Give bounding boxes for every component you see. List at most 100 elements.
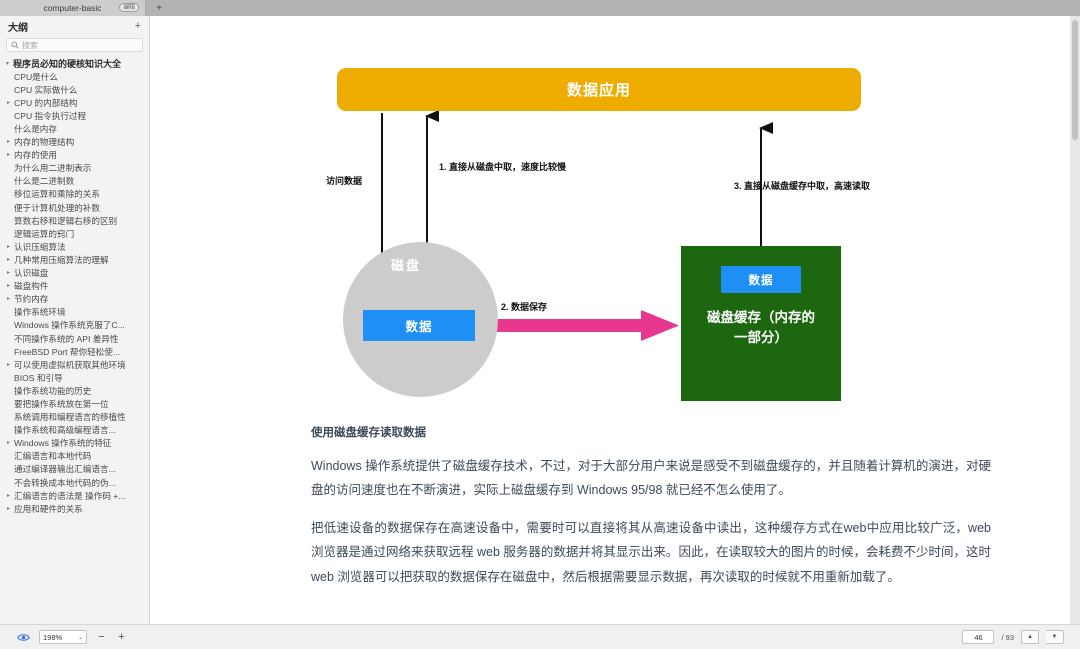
twisty-collapsed-icon[interactable]: ▸ <box>3 257 14 263</box>
outline-item-label: 什么是内存 <box>14 124 57 135</box>
total-pages-label: / 93 <box>1001 632 1014 642</box>
outline-item-label: 不同操作系统的 API 差异性 <box>14 333 119 344</box>
outline-item[interactable]: ▸ 节约内存 <box>0 293 149 306</box>
search-input[interactable] <box>22 40 138 50</box>
document-page: 数据应用 磁盘 数据 数据 磁盘缓存（内存的 一部分） 访问数据 1. 直接从磁… <box>151 16 1056 624</box>
outline-item[interactable]: ▾ 程序员必知的硬核知识大全 <box>0 57 149 70</box>
outline-item[interactable]: ▸ 几种常用压缩算法的理解 <box>0 253 149 266</box>
disk-cache-label-line2: 一部分） <box>734 329 788 345</box>
twisty-collapsed-icon[interactable]: ▸ <box>3 152 14 158</box>
outline-item[interactable]: FreeBSD Port 帮你轻松使... <box>0 345 149 358</box>
outline-item-label: 要把操作系统放在第一位 <box>14 398 109 409</box>
outline-item[interactable]: ▸ Windows 操作系统的特征 <box>0 437 149 450</box>
outline-item[interactable]: 便于计算机处理的补数 <box>0 201 149 214</box>
outline-item-label: 什么是二进制数 <box>14 176 75 187</box>
twisty-collapsed-icon[interactable]: ▸ <box>3 100 14 106</box>
outline-item-label: 通过编译器输出汇编语言... <box>14 464 116 475</box>
outline-item-label: 应用和硬件的关系 <box>14 503 83 514</box>
outline-item[interactable]: ▸ CPU 的内部结构 <box>0 96 149 109</box>
outline-item-label: FreeBSD Port 帮你轻松使... <box>14 346 121 357</box>
step2-label: 2. 数据保存 <box>501 302 548 312</box>
outline-item[interactable]: 算数右移和逻辑右移的区别 <box>0 214 149 227</box>
paragraph-2: 把低速设备的数据保存在高速设备中，需要时可以直接将其从高速设备中读出，这种缓存方… <box>311 520 991 584</box>
outline-item-label: 为什么用二进制表示 <box>14 163 92 174</box>
outline-item-label: 算数右移和逻辑右移的区别 <box>14 215 118 226</box>
outline-item[interactable]: 要把操作系统放在第一位 <box>0 397 149 410</box>
twisty-collapsed-icon[interactable]: ▸ <box>3 506 14 512</box>
step3-label: 3. 直接从磁盘缓存中取，高速读取 <box>734 181 871 191</box>
outline-item[interactable]: 不会转换成本地代码的伪... <box>0 476 149 489</box>
content-scrollbar-thumb[interactable] <box>1072 20 1078 140</box>
title-bar-empty-area <box>172 0 1080 16</box>
outline-item[interactable]: 系统调用和编程语言的移植性 <box>0 411 149 424</box>
outline-item[interactable]: ▸ 认识磁盘 <box>0 267 149 280</box>
outline-item[interactable]: ▸ 内存的物理结构 <box>0 136 149 149</box>
outline-item[interactable]: CPU 实际做什么 <box>0 83 149 96</box>
disk-cache-label: 磁盘缓存（内存的 一部分） <box>681 308 841 347</box>
outline-item[interactable]: 什么是二进制数 <box>0 175 149 188</box>
outline-item[interactable]: 汇编语言和本地代码 <box>0 450 149 463</box>
previous-page-button[interactable]: ▲ <box>1021 630 1039 644</box>
outline-item-label: 逻辑运算的窍门 <box>14 228 75 239</box>
disk-data-box: 数据 <box>363 310 475 341</box>
status-bar-left: 198% ⌄ − + <box>0 630 127 644</box>
outline-item-label: 便于计算机处理的补数 <box>14 202 100 213</box>
outline-item[interactable]: ▸ 磁盘构件 <box>0 280 149 293</box>
zoom-out-button[interactable]: − <box>96 631 107 643</box>
outline-item-label: 几种常用压缩算法的理解 <box>14 254 109 265</box>
outline-search-container <box>0 37 149 55</box>
next-page-button[interactable]: ▼ <box>1046 630 1064 644</box>
outline-item-label: 系统调用和编程语言的移植性 <box>14 412 126 423</box>
search-icon <box>11 36 19 54</box>
document-content: 数据应用 磁盘 数据 数据 磁盘缓存（内存的 一部分） 访问数据 1. 直接从磁… <box>151 16 1070 624</box>
twisty-collapsed-icon[interactable]: ▸ <box>3 362 14 368</box>
twisty-collapsed-icon[interactable]: ▸ <box>3 244 14 250</box>
twisty-expanded-icon[interactable]: ▾ <box>2 61 13 67</box>
twisty-collapsed-icon[interactable]: ▸ <box>3 493 14 499</box>
twisty-collapsed-icon[interactable]: ▸ <box>3 283 14 289</box>
outline-item[interactable]: BIOS 和引导 <box>0 371 149 384</box>
outline-item-label: 操作系统环境 <box>14 307 66 318</box>
outline-item-label: 认识磁盘 <box>14 268 49 279</box>
outline-item[interactable]: CPU是什么 <box>0 70 149 83</box>
outline-item[interactable]: 什么是内存 <box>0 122 149 135</box>
outline-item[interactable]: 逻辑运算的窍门 <box>0 227 149 240</box>
cache-data-box: 数据 <box>721 266 801 293</box>
outline-item[interactable]: ▸ 可以使用虚拟机获取其他环境 <box>0 358 149 371</box>
outline-item[interactable]: 不同操作系统的 API 差异性 <box>0 332 149 345</box>
document-tab[interactable]: computer-basic 编辑 <box>0 0 146 16</box>
outline-item[interactable]: 操作系统环境 <box>0 306 149 319</box>
outline-title: 大纲 <box>8 23 28 34</box>
content-scrollbar[interactable] <box>1070 16 1080 624</box>
outline-item[interactable]: ▸ 应用和硬件的关系 <box>0 502 149 515</box>
twisty-collapsed-icon[interactable]: ▸ <box>3 139 14 145</box>
outline-item-label: 节约内存 <box>14 294 49 305</box>
outline-item[interactable]: Windows 操作系统克服了C... <box>0 319 149 332</box>
twisty-collapsed-icon[interactable]: ▸ <box>3 440 14 446</box>
outline-search-box[interactable] <box>6 38 143 52</box>
eye-icon[interactable] <box>16 630 30 644</box>
add-outline-button[interactable]: + <box>135 21 141 32</box>
zoom-level-select[interactable]: 198% ⌄ <box>39 630 87 644</box>
outline-item[interactable]: 通过编译器输出汇编语言... <box>0 463 149 476</box>
zoom-level-value: 198% <box>43 632 63 642</box>
edit-mode-badge[interactable]: 编辑 <box>119 3 139 12</box>
outline-item-label: CPU 的内部结构 <box>14 97 78 108</box>
twisty-collapsed-icon[interactable]: ▸ <box>3 296 14 302</box>
outline-item-label: 操作系统和高级编程语言... <box>14 425 116 436</box>
outline-item[interactable]: 移位运算和乘除的关系 <box>0 188 149 201</box>
outline-item[interactable]: 操作系统功能的历史 <box>0 384 149 397</box>
outline-item-label: CPU 指令执行过程 <box>14 110 87 121</box>
outline-item[interactable]: CPU 指令执行过程 <box>0 109 149 122</box>
zoom-in-button[interactable]: + <box>116 631 127 643</box>
outline-item[interactable]: ▸ 认识压缩算法 <box>0 240 149 253</box>
outline-item[interactable]: ▸ 内存的使用 <box>0 149 149 162</box>
outline-item[interactable]: ▸ 汇编语言的语法是 操作码 +... <box>0 489 149 502</box>
outline-item[interactable]: 操作系统和高级编程语言... <box>0 424 149 437</box>
outline-item-label: 可以使用虚拟机获取其他环境 <box>14 359 126 370</box>
new-tab-button[interactable]: + <box>146 0 172 16</box>
outline-item[interactable]: 为什么用二进制表示 <box>0 162 149 175</box>
twisty-collapsed-icon[interactable]: ▸ <box>3 270 14 276</box>
current-page-input[interactable]: 46 <box>962 630 995 644</box>
paragraph-1: Windows 操作系统提供了磁盘缓存技术，不过，对于大部分用户来说是感受不到磁… <box>311 459 991 498</box>
